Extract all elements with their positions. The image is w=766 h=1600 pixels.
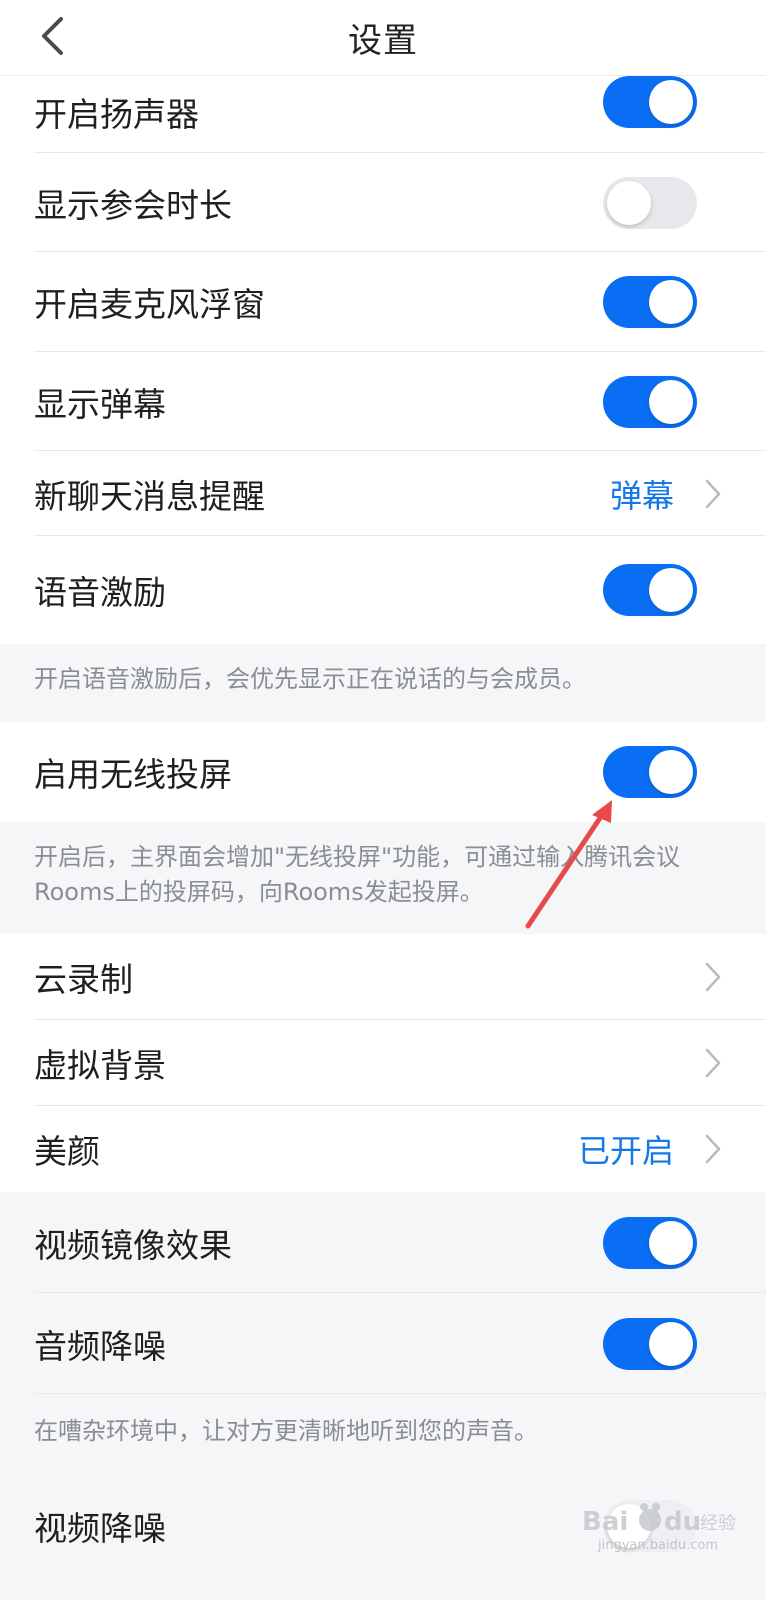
setting-label: 云录制 <box>34 960 133 999</box>
setting-row-speaker: 开启扬声器 <box>0 76 766 153</box>
wireless-cast-note: 开启后，主界面会增加"无线投屏"功能，可通过输入腾讯会议 Rooms上的投屏码，… <box>0 822 766 934</box>
setting-row-danmaku: 显示弹幕 <box>0 352 766 451</box>
toggle-knob <box>607 180 651 225</box>
setting-label: 显示弹幕 <box>34 384 166 424</box>
note-text-line1: 开启后，主界面会增加"无线投屏"功能，可通过输入腾讯会议 <box>34 843 681 871</box>
chevron-right-icon <box>705 1048 721 1078</box>
setting-row-wireless-cast: 启用无线投屏 <box>0 722 766 822</box>
toggle-knob <box>649 1220 693 1265</box>
note-text: 在嘈杂环境中，让对方更清晰地听到您的声音。 <box>34 1417 538 1445</box>
setting-row-show-duration: 显示参会时长 <box>0 153 766 252</box>
video-mirror-toggle[interactable] <box>603 1216 697 1269</box>
danmaku-toggle[interactable] <box>603 375 697 428</box>
toggle-knob <box>649 1321 693 1366</box>
toggle-knob <box>649 80 693 124</box>
note-text: 开启语音激励后，会优先显示正在说话的与会成员。 <box>34 665 586 693</box>
setting-label: 开启扬声器 <box>34 95 199 134</box>
setting-row-virtual-bg[interactable]: 虚拟背景 <box>0 1020 766 1106</box>
svg-text:经验: 经验 <box>700 1513 736 1534</box>
wireless-cast-toggle[interactable] <box>603 746 697 798</box>
voice-motivation-note: 开启语音激励后，会优先显示正在说话的与会成员。 <box>0 644 766 722</box>
setting-label: 视频镜像效果 <box>34 1225 232 1265</box>
setting-label: 启用无线投屏 <box>34 755 232 794</box>
setting-label: 显示参会时长 <box>34 185 232 225</box>
setting-label: 音频降噪 <box>34 1326 166 1366</box>
setting-row-video-mirror: 视频镜像效果 <box>0 1192 766 1293</box>
chevron-right-icon <box>705 1134 721 1164</box>
chevron-left-icon <box>42 17 63 55</box>
show-duration-toggle[interactable] <box>603 176 697 229</box>
baidu-jingyan-logo: Bai du 经验 <box>582 1503 736 1537</box>
mic-float-toggle[interactable] <box>603 276 697 328</box>
setting-value: 弹幕 <box>609 476 674 515</box>
setting-label: 新聊天消息提醒 <box>34 476 265 516</box>
setting-row-cloud-record[interactable]: 云录制 <box>0 934 766 1020</box>
toggle-knob <box>649 379 693 424</box>
back-button[interactable] <box>30 14 74 58</box>
audio-denoise-toggle[interactable] <box>603 1317 697 1370</box>
setting-row-new-chat[interactable]: 新聊天消息提醒 弹幕 <box>0 451 766 536</box>
toggle-knob <box>649 568 693 612</box>
setting-label: 美颜 <box>34 1132 100 1171</box>
setting-row-audio-denoise: 音频降噪 <box>0 1293 766 1394</box>
setting-label: 视频降噪 <box>34 1509 166 1548</box>
setting-label: 语音激励 <box>34 573 166 612</box>
note-text-line2: Rooms上的投屏码，向Rooms发起投屏。 <box>34 878 484 906</box>
toggle-knob <box>649 750 693 794</box>
svg-text:Bai: Bai <box>582 1507 628 1537</box>
audio-denoise-note: 在嘈杂环境中，让对方更清晰地听到您的声音。 <box>0 1394 766 1476</box>
partial-note <box>0 1576 766 1600</box>
nav-bar: 设置 <box>0 0 766 76</box>
page-title: 设置 <box>348 21 418 61</box>
setting-label: 虚拟背景 <box>34 1046 166 1085</box>
baidu-jingyan-watermark: Bai du 经验 jingyan.baidu.com <box>578 1500 738 1560</box>
svg-text:du: du <box>664 1507 701 1537</box>
setting-row-mic-float: 开启麦克风浮窗 <box>0 252 766 352</box>
chevron-right-icon <box>705 962 721 992</box>
setting-label: 开启麦克风浮窗 <box>34 285 265 324</box>
setting-row-voice-motivation: 语音激励 <box>0 536 766 644</box>
chevron-right-icon <box>705 479 721 508</box>
setting-row-beauty[interactable]: 美颜 已开启 <box>0 1106 766 1192</box>
toggle-knob <box>649 280 693 324</box>
setting-value: 已开启 <box>577 1132 674 1170</box>
speaker-toggle[interactable] <box>603 76 697 128</box>
voice-motivation-toggle[interactable] <box>603 564 697 616</box>
watermark-url: jingyan.baidu.com <box>598 1538 718 1553</box>
